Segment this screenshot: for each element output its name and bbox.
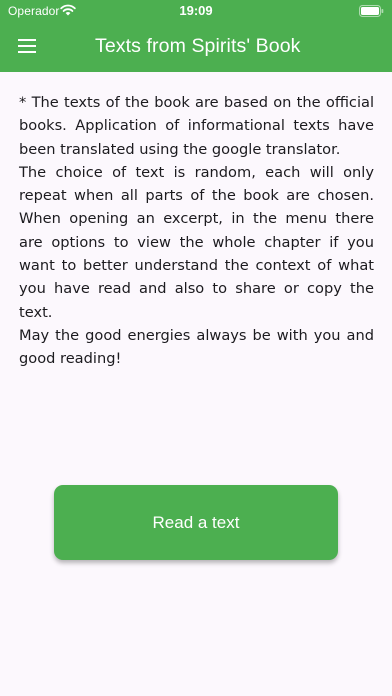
app-bar: Texts from Spirits' Book [0,22,392,72]
read-text-button-label: Read a text [152,512,240,532]
app-title: Texts from Spirits' Book [95,35,301,57]
battery-icon [359,5,384,17]
menu-icon[interactable] [18,39,36,53]
info-paragraph: May the good energies always be with you… [19,326,374,368]
info-paragraph: * The texts of the book are based on the… [19,94,374,158]
status-bar: Operador 19:09 [0,0,392,22]
clock: 19:09 [179,3,213,18]
info-paragraph: The choice of text is random, each will … [19,163,374,321]
info-text: * The texts of the book are based on the… [19,91,374,371]
read-text-button[interactable]: Read a text [54,485,338,560]
